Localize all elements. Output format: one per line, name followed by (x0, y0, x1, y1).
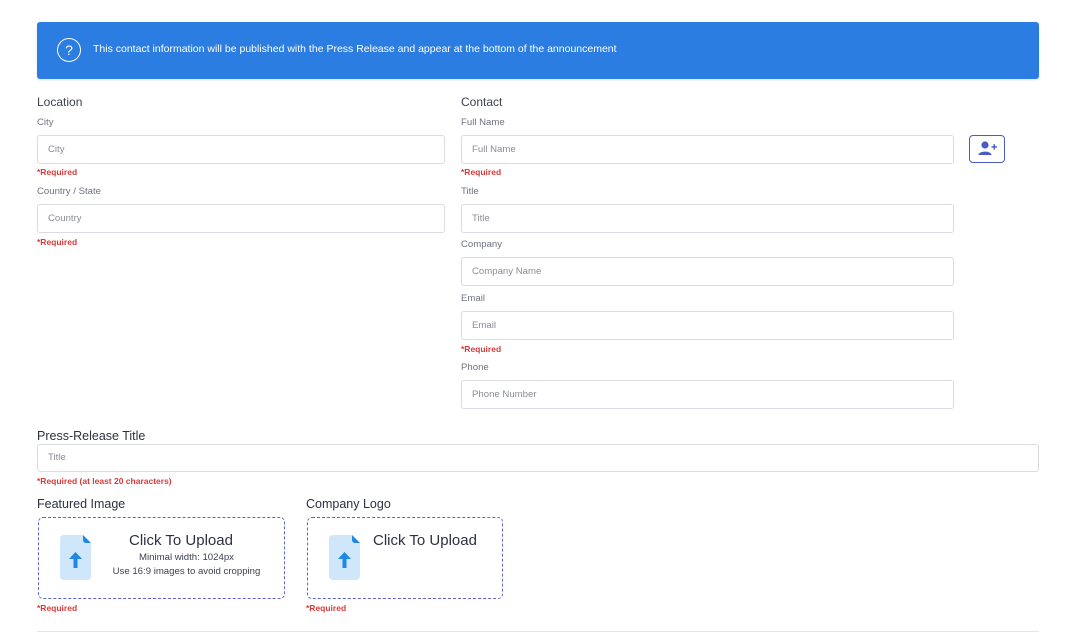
divider (37, 631, 1039, 632)
location-heading: Location (37, 95, 83, 109)
user-plus-icon (978, 141, 997, 155)
file-upload-icon (329, 535, 360, 580)
company-logo-heading: Company Logo (306, 497, 391, 511)
company-logo-upload[interactable]: Click To Upload (307, 517, 503, 599)
press-release-title-heading: Press-Release Title (37, 429, 146, 443)
banner-message: This contact information will be publish… (93, 43, 617, 55)
country-required: *Required (37, 237, 78, 247)
country-label: Country / State (37, 186, 101, 197)
email-label: Email (461, 293, 485, 304)
company-input[interactable]: Company Name (461, 257, 954, 286)
featured-image-required: *Required (37, 603, 78, 613)
featured-image-upload-title: Click To Upload (129, 532, 233, 549)
phone-input[interactable]: Phone Number (461, 380, 954, 409)
city-required: *Required (37, 167, 78, 177)
country-input[interactable]: Country (37, 204, 445, 233)
file-upload-icon (60, 535, 91, 580)
info-banner: ? This contact information will be publi… (37, 22, 1039, 79)
city-input[interactable]: City (37, 135, 445, 164)
company-label: Company (461, 239, 503, 250)
full-name-input[interactable]: Full Name (461, 135, 954, 164)
title-input[interactable]: Title (461, 204, 954, 233)
featured-image-min-width: Minimal width: 1024px (139, 552, 234, 563)
email-required: *Required (461, 344, 502, 354)
help-circle-icon: ? (57, 38, 81, 62)
contact-heading: Contact (461, 95, 503, 109)
add-contact-button[interactable] (969, 135, 1005, 163)
featured-image-heading: Featured Image (37, 497, 126, 511)
company-logo-upload-title: Click To Upload (373, 532, 477, 549)
full-name-required: *Required (461, 167, 502, 177)
email-input[interactable]: Email (461, 311, 954, 340)
company-logo-required: *Required (306, 603, 347, 613)
press-release-title-required: *Required (at least 20 characters) (37, 476, 172, 486)
title-label: Title (461, 186, 479, 197)
phone-label: Phone (461, 362, 489, 373)
featured-image-crop-hint: Use 16:9 images to avoid cropping (112, 566, 261, 577)
full-name-label: Full Name (461, 117, 505, 128)
featured-image-upload[interactable]: Click To Upload Minimal width: 1024px Us… (38, 517, 285, 599)
press-release-title-input[interactable]: Title (37, 444, 1039, 472)
city-label: City (37, 117, 54, 128)
